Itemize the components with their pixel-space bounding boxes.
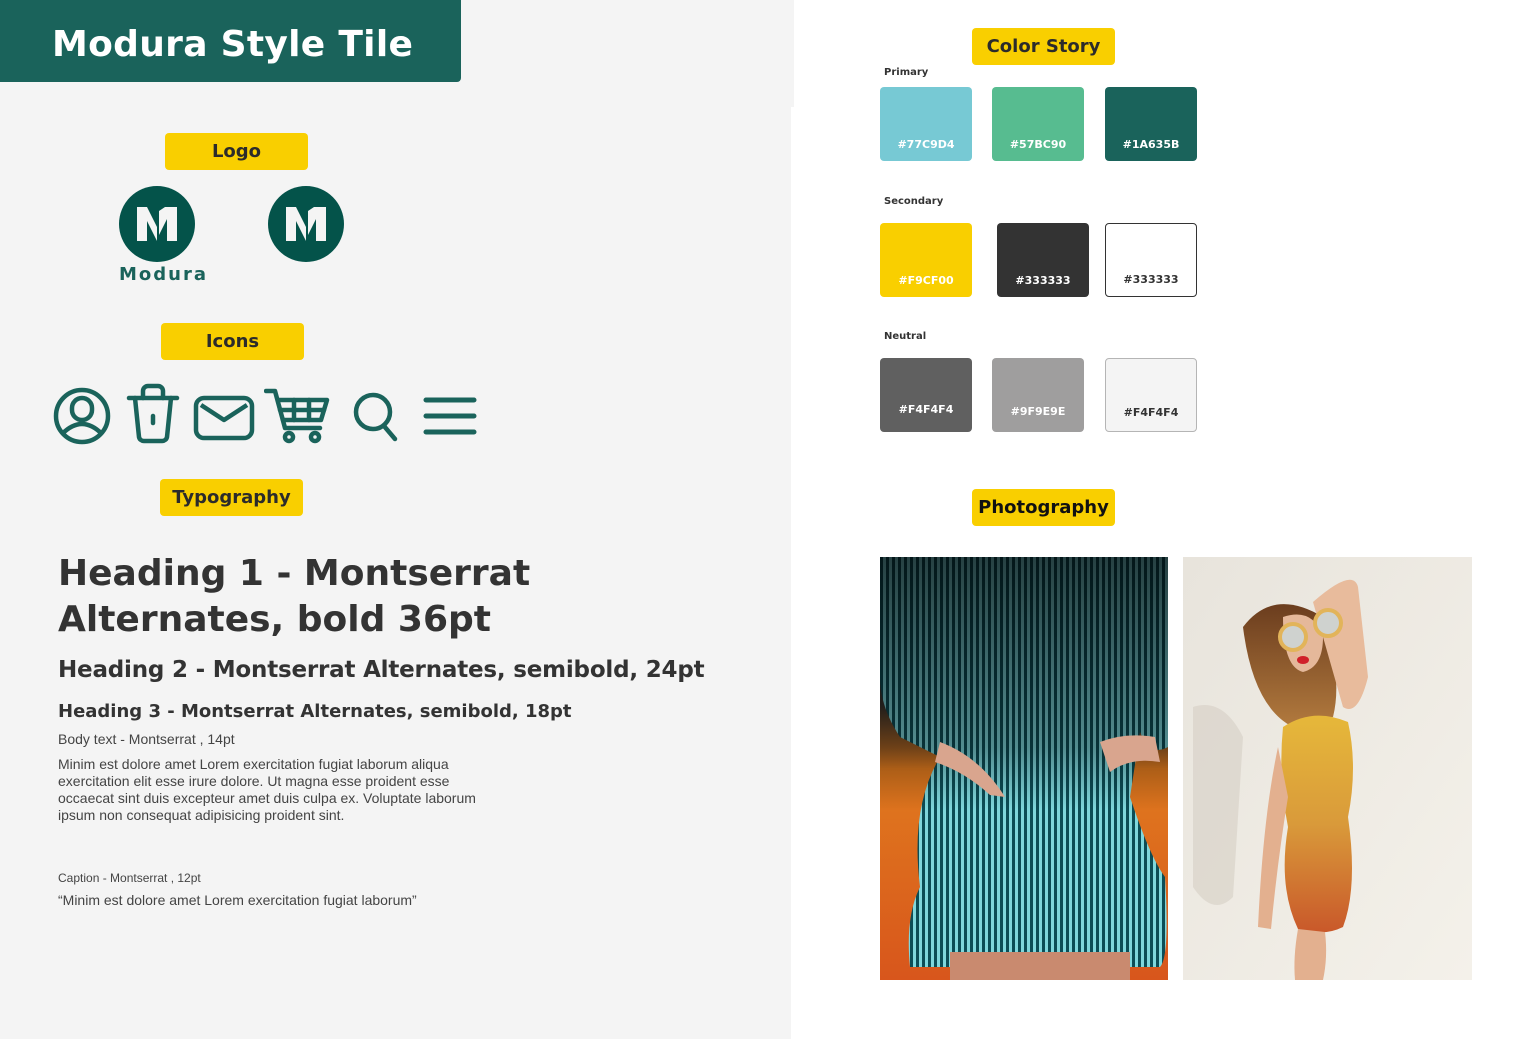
color-swatch: #1A635B — [1105, 87, 1197, 161]
heading-2-sample: Heading 2 - Montserrat Alternates, semib… — [58, 657, 705, 683]
logo-wordmark: Modura — [119, 264, 209, 285]
color-swatch: #F9CF00 — [880, 223, 972, 297]
logo-m-icon — [137, 207, 177, 241]
striped-dress-image — [880, 557, 1168, 980]
neutral-colors-label: Neutral — [884, 331, 927, 342]
body-text-sample: Minim est dolore amet Lorem exercitation… — [58, 756, 476, 823]
primary-colors-label: Primary — [884, 67, 929, 78]
swatch-hex-label: #57BC90 — [1009, 138, 1067, 151]
swatch-hex-label: #F4F4F4 — [898, 403, 954, 416]
swatch-hex-label: #F4F4F4 — [1123, 406, 1179, 419]
caption-sample: “Minim est dolore amet Lorem exercitatio… — [58, 892, 417, 908]
cart-icon — [264, 388, 330, 444]
color-swatch: #F4F4F4 — [880, 358, 972, 432]
color-swatch: #9F9E9E — [992, 358, 1084, 432]
trash-icon — [126, 383, 180, 445]
gold-sequin-dress-photo — [1183, 557, 1472, 980]
swatch-hex-label: #333333 — [1123, 273, 1179, 286]
swatch-hex-label: #333333 — [1015, 274, 1071, 287]
typography-section-tag: Typography — [160, 479, 303, 516]
color-story-section-tag: Color Story — [972, 28, 1115, 65]
color-swatch: #57BC90 — [992, 87, 1084, 161]
menu-icon — [422, 395, 478, 437]
heading-3-sample: Heading 3 - Montserrat Alternates, semib… — [58, 701, 572, 722]
mail-icon — [193, 395, 255, 441]
swatch-hex-label: #1A635B — [1122, 138, 1180, 151]
icons-section-tag: Icons — [161, 323, 304, 360]
swatch-hex-label: #F9CF00 — [898, 274, 954, 287]
body-text-label: Body text - Montserrat , 14pt — [58, 731, 235, 747]
photography-section-tag: Photography — [972, 489, 1115, 526]
title-bar: Modura Style Tile — [0, 0, 461, 82]
user-circle-icon — [52, 386, 112, 446]
caption-label: Caption - Montserrat , 12pt — [58, 871, 201, 885]
search-icon — [352, 391, 400, 443]
heading-1-sample: Heading 1 - Montserrat Alternates, bold … — [58, 553, 531, 640]
color-swatch: #F4F4F4 — [1105, 358, 1197, 432]
page-title: Modura Style Tile — [52, 24, 414, 65]
left-panel-edge — [791, 0, 794, 107]
swatch-hex-label: #77C9D4 — [897, 138, 955, 151]
color-swatch: #77C9D4 — [880, 87, 972, 161]
swatch-hex-label: #9F9E9E — [1010, 405, 1066, 418]
logo-section-tag: Logo — [165, 133, 308, 170]
color-swatch: #333333 — [997, 223, 1089, 297]
secondary-colors-label: Secondary — [884, 196, 944, 207]
sequin-dress-image — [1183, 557, 1472, 980]
logo-mark-with-wordmark — [119, 186, 195, 262]
logo-m-icon — [286, 207, 326, 241]
striped-shirt-dress-photo — [880, 557, 1168, 980]
color-swatch: #333333 — [1105, 223, 1197, 297]
logo-mark — [268, 186, 344, 262]
